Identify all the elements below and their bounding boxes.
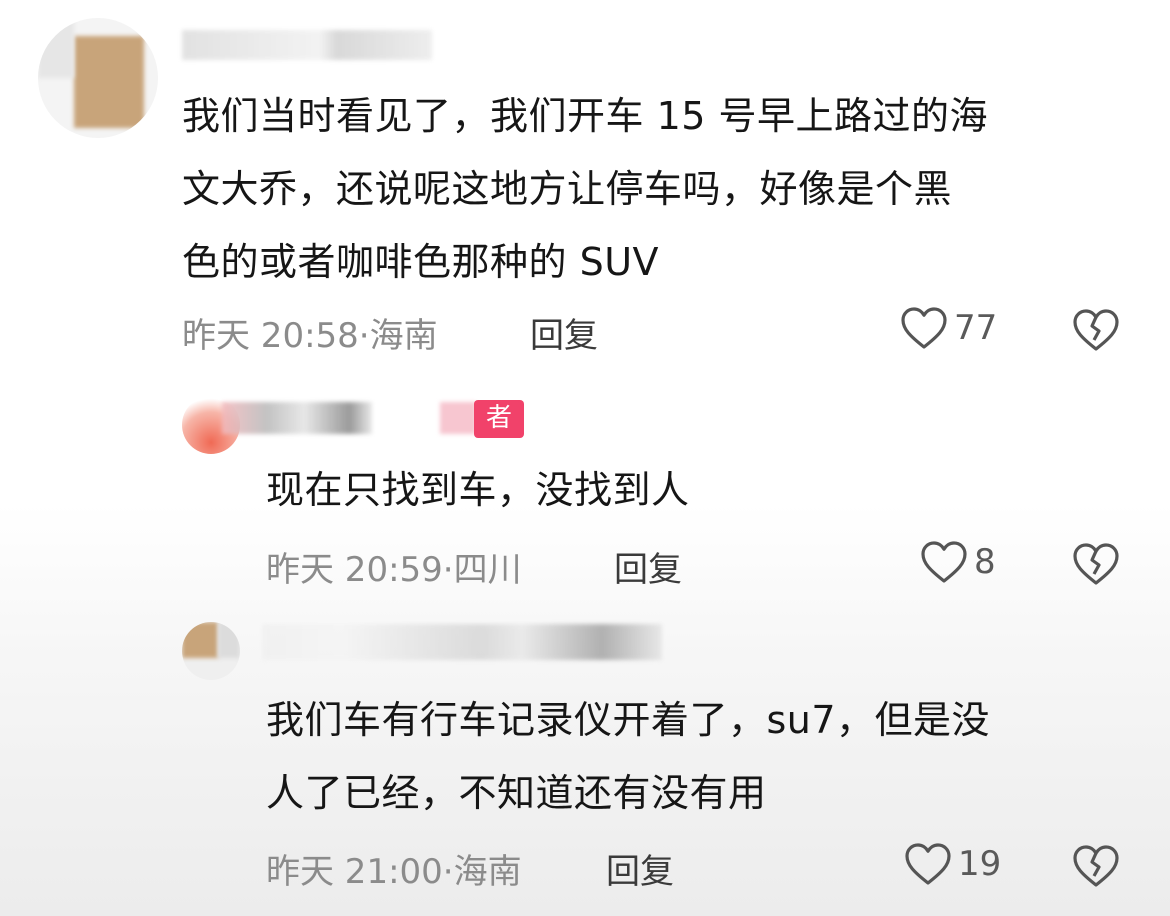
reply-button[interactable]: 回复 [530,308,598,357]
reply-button[interactable]: 回复 [614,542,682,591]
like-count: 19 [958,844,1002,884]
broken-heart-icon [1073,543,1119,585]
timestamp: 昨天 21:00 [266,852,443,892]
username[interactable] [262,624,662,660]
author-badge: 者 [474,400,524,438]
dislike-button[interactable] [1072,542,1120,590]
username[interactable] [182,30,432,60]
like-button[interactable]: 77 [900,306,997,350]
like-count: 77 [954,308,998,348]
comment-text-line: 人了已经，不知道还有没有用 [266,771,767,815]
avatar[interactable] [182,622,240,680]
comment-text-line: 文大乔，还说呢这地方让停车吗，好像是个黑 [182,167,953,211]
avatar[interactable] [38,18,158,138]
comment-text-line: 色的或者咖啡色那种的 SUV [182,240,660,284]
heart-outline-icon [901,307,947,349]
username[interactable] [222,402,372,434]
comment-text-line: 我们车有行车记录仪开着了，su7，但是没 [266,698,991,742]
dislike-button[interactable] [1072,844,1120,892]
broken-heart-icon [1073,309,1119,351]
comment-1: 我们当时看见了，我们开车 15 号早上路过的海 文大乔，还说呢这地方让停车吗，好… [0,0,1170,370]
location: 海南 [453,852,522,892]
heart-outline-icon [905,843,951,885]
comment-meta: 昨天 20:59·四川 [266,542,522,591]
timestamp: 昨天 20:59 [266,550,443,590]
comment-meta: 昨天 21:00·海南 [266,844,522,893]
comment-3: 我们车有行车记录仪开着了，su7，但是没 人了已经，不知道还有没有用 昨天 21… [0,610,1170,916]
location: 海南 [369,316,438,356]
like-count: 8 [974,542,996,582]
comment-text-line: 我们当时看见了，我们开车 15 号早上路过的海 [182,94,989,138]
comment-meta: 昨天 20:58·海南 [182,308,438,357]
broken-heart-icon [1073,845,1119,887]
like-button[interactable]: 8 [920,540,996,584]
comment-text-line: 现在只找到车，没找到人 [266,468,690,512]
meta-separator: · [442,550,454,590]
comment-text: 现在只找到车，没找到人 [266,454,1126,527]
dislike-button[interactable] [1072,308,1120,356]
location: 四川 [453,550,522,590]
comment-text: 我们当时看见了，我们开车 15 号早上路过的海 文大乔，还说呢这地方让停车吗，好… [182,80,1142,299]
meta-separator: · [358,316,370,356]
comment-text: 我们车有行车记录仪开着了，su7，但是没 人了已经，不知道还有没有用 [266,684,1146,830]
meta-separator: · [442,852,454,892]
timestamp: 昨天 20:58 [182,316,359,356]
like-button[interactable]: 19 [904,842,1001,886]
heart-outline-icon [921,541,967,583]
comment-2: 者 现在只找到车，没找到人 昨天 20:59·四川 回复 8 [0,370,1170,610]
reply-button[interactable]: 回复 [606,844,674,893]
